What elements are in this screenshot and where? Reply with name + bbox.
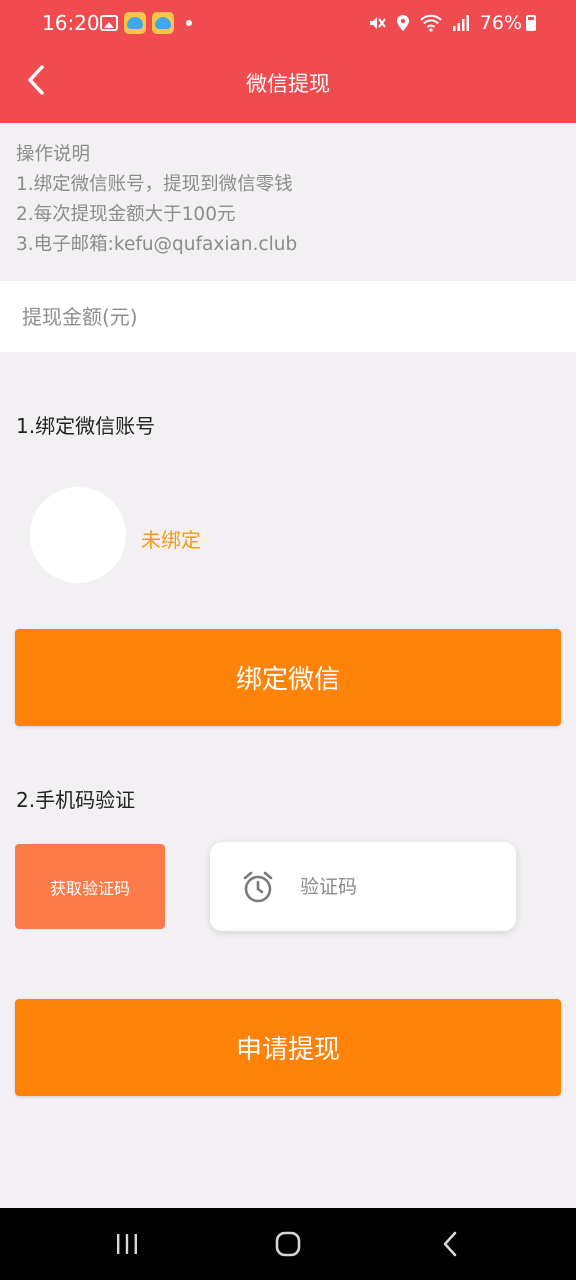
- instruction-line: 1.绑定微信账号，提现到微信零钱: [16, 174, 293, 195]
- recents-icon: [117, 1234, 137, 1254]
- system-nav-bar: [0, 1208, 576, 1280]
- instructions-heading: 操作说明: [16, 144, 91, 165]
- image-notification-icon: [100, 15, 118, 31]
- more-notifications-dot-icon: [186, 20, 192, 26]
- signal-icon: [452, 15, 469, 31]
- app-header-bar: 16:20 76% 微信提现: [0, 0, 576, 123]
- mute-icon: [369, 17, 386, 29]
- status-right: 76%: [368, 10, 536, 36]
- page-header: 微信提现: [0, 46, 576, 123]
- bind-wechat-button[interactable]: 绑定微信: [15, 629, 561, 726]
- back-arrow-icon: [443, 1231, 457, 1257]
- verification-code-field: [210, 842, 516, 931]
- bind-status-label: 未绑定: [141, 528, 201, 552]
- home-icon: [275, 1231, 301, 1257]
- chevron-left-icon: [28, 65, 44, 95]
- verify-section-title: 2.手机码验证: [16, 788, 136, 812]
- page-title: 微信提现: [246, 72, 330, 96]
- app-notification-icon: [124, 12, 146, 34]
- verification-code-input[interactable]: [300, 842, 500, 931]
- back-button[interactable]: [18, 60, 54, 100]
- instruction-line: 2.每次提现金额大于100元: [16, 204, 236, 225]
- apply-withdraw-button[interactable]: 申请提现: [15, 999, 561, 1096]
- wifi-icon: [420, 14, 442, 32]
- location-icon: [396, 15, 409, 31]
- instruction-line: 3.电子邮箱:kefu@qufaxian.club: [16, 234, 298, 255]
- avatar: [30, 487, 126, 583]
- bind-section-title: 1.绑定微信账号: [16, 414, 156, 438]
- recents-button[interactable]: [107, 1226, 147, 1262]
- instructions-block: 操作说明 1.绑定微信账号，提现到微信零钱 2.每次提现金额大于100元 3.电…: [16, 140, 297, 260]
- status-bar: 16:20 76%: [0, 0, 576, 46]
- home-button[interactable]: [268, 1226, 308, 1262]
- withdraw-amount-input[interactable]: [22, 281, 552, 352]
- status-time: 16:20: [42, 11, 100, 35]
- notification-icons: [100, 12, 192, 34]
- alarm-clock-icon: [243, 871, 273, 903]
- amount-row: [0, 281, 576, 352]
- battery-icon: [526, 15, 536, 31]
- get-code-button[interactable]: 获取验证码: [15, 844, 165, 929]
- app-notification-icon-2: [152, 12, 174, 34]
- system-back-button[interactable]: [430, 1226, 470, 1262]
- battery-level: 76%: [479, 12, 522, 34]
